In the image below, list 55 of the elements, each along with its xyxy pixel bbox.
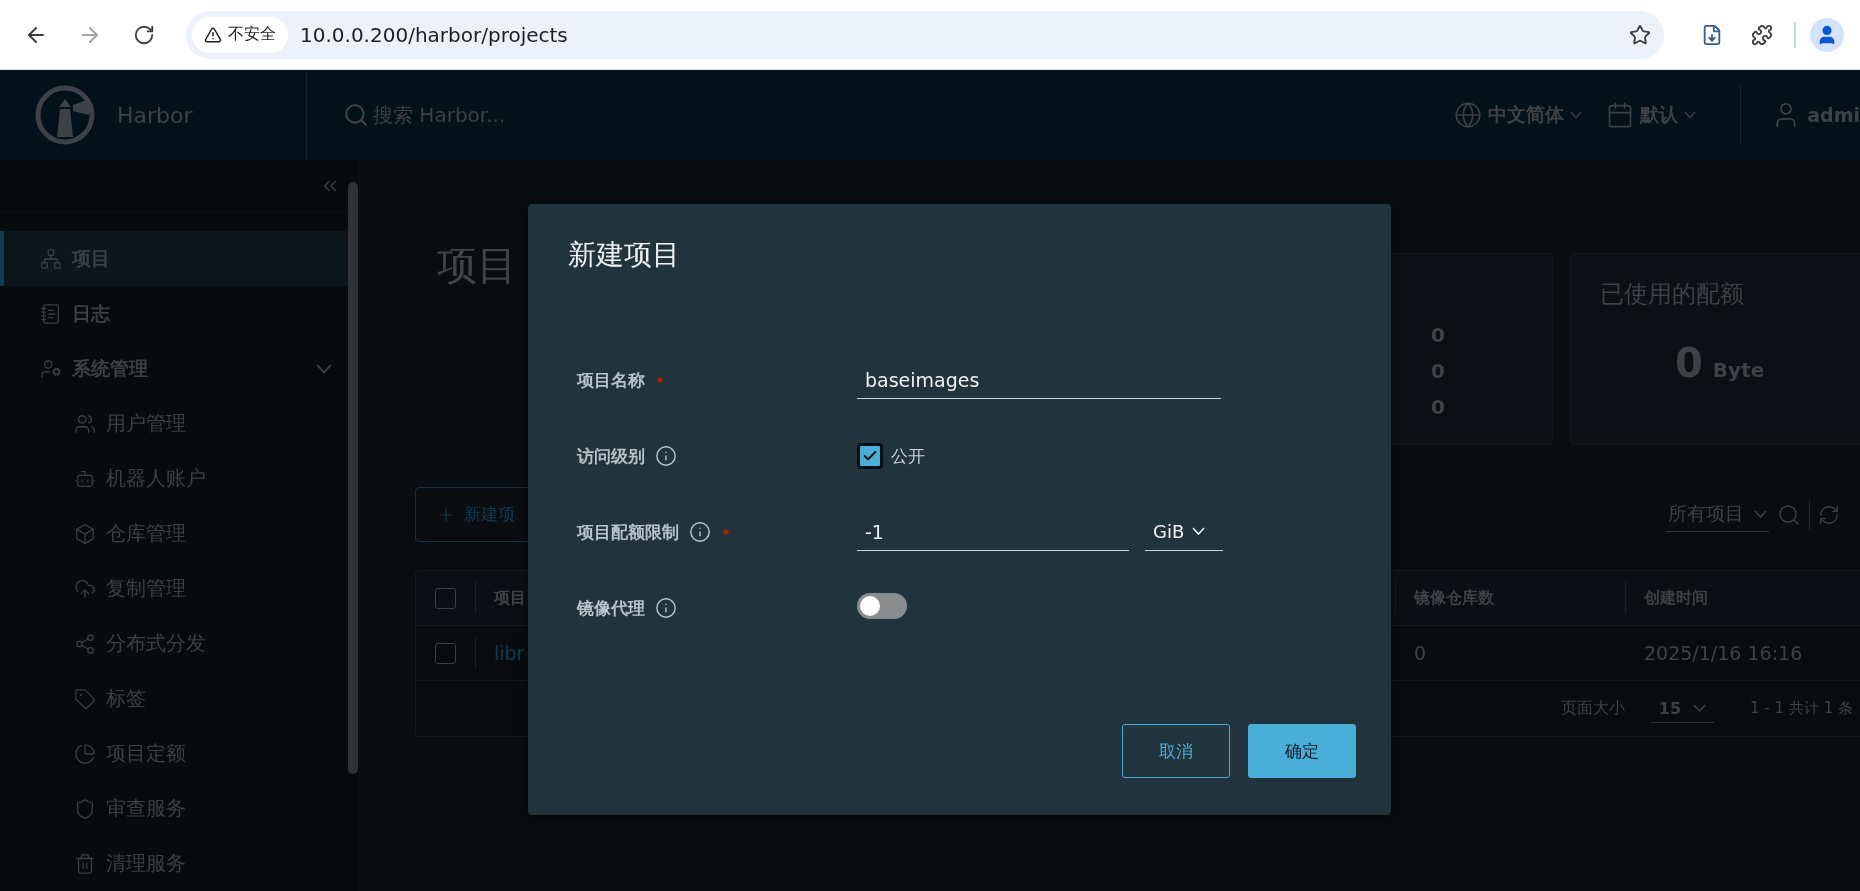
refresh-icon [1818,503,1840,526]
sidebar-item-icon [74,852,96,875]
dialog-title: 新建项目 [568,237,681,273]
file-download-icon [1701,23,1723,46]
user-menu[interactable]: admi [1771,100,1860,130]
row-checkbox[interactable] [435,642,456,664]
field-label: 访问级别 [577,444,645,468]
project-link[interactable]: libr [476,642,525,664]
sidebar-item-icon [74,577,96,600]
caret-icon [1570,111,1583,119]
search-icon [343,102,369,128]
sidebar-item-icon [74,522,96,545]
caret-icon [1684,111,1697,119]
puzzle-icon [1751,23,1773,46]
sidebar-item-icon [40,357,62,380]
theme-menu[interactable]: 默认 [1606,101,1697,129]
field-label: 项目名称 [577,368,645,392]
search-field[interactable]: 搜索 Harbor... [371,102,671,128]
project-name-field[interactable]: baseimages [857,361,1221,399]
sidebar-item-icon [74,632,96,655]
warning-icon [204,25,222,44]
info-icon[interactable] [655,445,677,467]
page-title: 项目 [437,241,517,290]
checkbox-label: 公开 [891,444,925,468]
caret-icon [1192,527,1206,536]
info-icon[interactable] [655,597,677,619]
info-icon[interactable] [689,521,711,543]
quota-field[interactable]: -1 [857,513,1129,551]
sidebar-item-icon [40,247,62,270]
sidebar-item-icon [74,687,96,710]
scrollbar-thumb[interactable] [348,182,358,774]
sidebar-item-icon [74,412,96,435]
confirm-button[interactable]: 确定 [1248,724,1356,778]
address-bar[interactable]: 不安全 10.0.0.200/harbor/projects [186,10,1664,59]
security-chip[interactable]: 不安全 [192,16,288,53]
brand-name: Harbor [117,102,193,128]
cancel-button[interactable]: 取消 [1122,724,1230,778]
public-checkbox[interactable] [857,443,883,469]
star-icon [1629,23,1651,46]
field-label: 镜像代理 [577,596,645,620]
profile-avatar-button[interactable] [1810,17,1844,52]
select-all-checkbox[interactable] [435,587,456,609]
search-icon [1777,502,1801,527]
unit-select[interactable]: GiB [1145,513,1223,551]
language-menu[interactable]: 中文简体 [1454,101,1583,129]
sidebar-item-icon [40,302,62,325]
caret-icon [1693,703,1707,713]
globe-icon [1454,101,1483,129]
reload-icon [133,23,155,46]
sidebar-item-icon [74,797,96,820]
proxy-toggle[interactable] [857,593,907,619]
caret-icon [1754,509,1767,519]
sidebar-item-icon [74,742,96,765]
url-text: 10.0.0.200/harbor/projects [300,22,569,47]
lighthouse-logo-icon [35,85,95,145]
